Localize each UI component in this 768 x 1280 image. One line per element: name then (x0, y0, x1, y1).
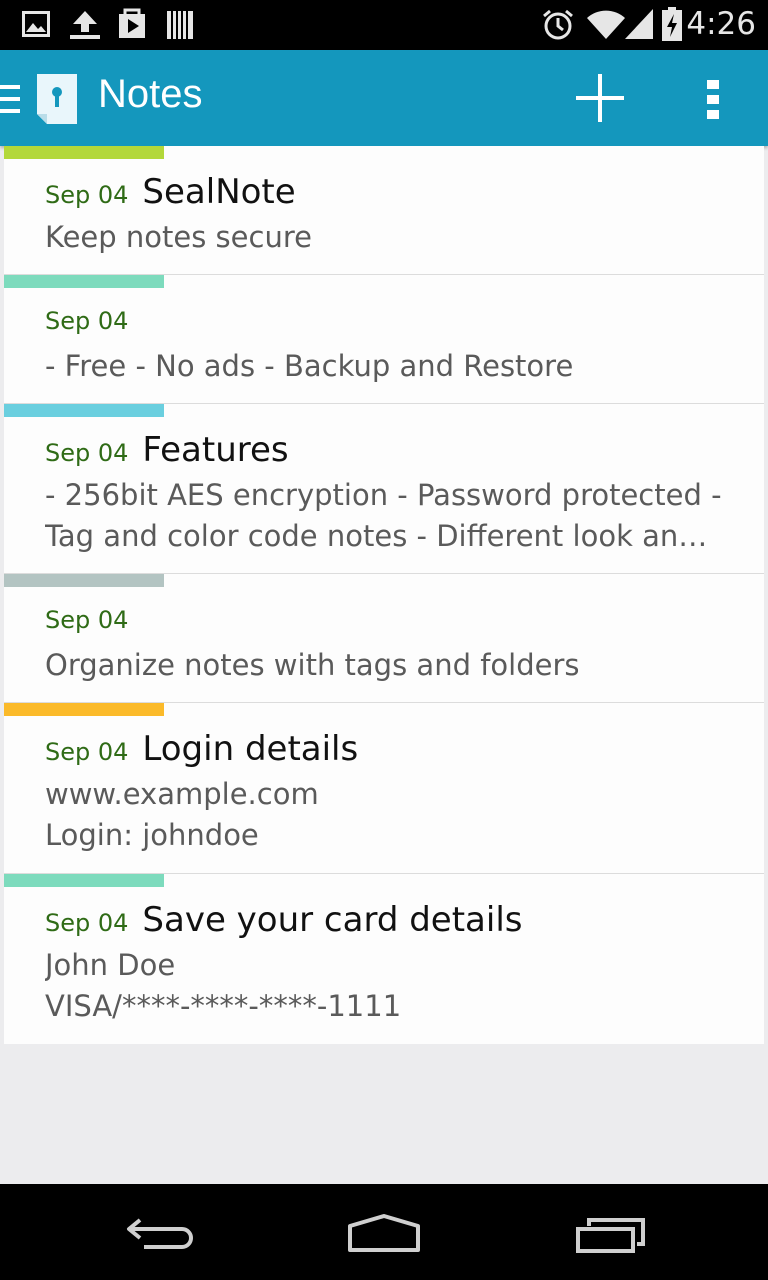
note-date: Sep 04 (45, 307, 129, 335)
note-card[interactable]: Sep 04 SealNote Keep notes secure (4, 146, 764, 275)
play-store-icon (119, 8, 145, 38)
note-date: Sep 04 (45, 181, 129, 209)
color-tag (4, 703, 164, 716)
note-body-line: - Free - No ads - Backup and Restore (45, 349, 574, 383)
note-body-line: Organize notes with tags and folders (45, 648, 580, 682)
wifi-icon (587, 10, 625, 39)
action-bar: Notes (0, 50, 768, 146)
clock: 4:26 (686, 6, 756, 42)
note-card[interactable]: Sep 04 - Free - No ads - Backup and Rest… (4, 275, 764, 404)
back-icon[interactable] (126, 1216, 196, 1252)
recents-icon[interactable] (575, 1218, 645, 1254)
color-tag (4, 874, 164, 887)
sealnote-key-icon[interactable] (37, 74, 77, 124)
upload-icon (70, 11, 100, 39)
color-tag (4, 275, 164, 288)
note-date: Sep 04 (45, 439, 129, 467)
note-body-line: John Doe (45, 948, 176, 982)
note-card[interactable]: Sep 04 Organize notes with tags and fold… (4, 574, 764, 703)
image-icon (22, 11, 50, 37)
color-tag (4, 574, 164, 587)
status-bar: 4:26 (0, 0, 768, 50)
note-title: Save your card details (142, 900, 523, 940)
note-card[interactable]: Sep 04 Features - 256bit AES encryption -… (4, 404, 764, 574)
note-date: Sep 04 (45, 606, 129, 634)
note-body-line: VISA/****-****-****-1111 (45, 989, 402, 1023)
barcode-icon (167, 11, 193, 39)
note-title: Login details (142, 729, 359, 769)
note-card[interactable]: Sep 04 Save your card details John Doe VI… (4, 874, 764, 1044)
note-date: Sep 04 (45, 909, 129, 937)
home-icon[interactable] (347, 1214, 421, 1252)
note-body-line: www.example.com (45, 777, 319, 811)
color-tag (4, 404, 164, 417)
overflow-menu-icon[interactable] (707, 80, 719, 120)
battery-charging-icon (662, 7, 682, 41)
notes-list: Sep 04 SealNote Keep notes secure Sep 04 … (4, 146, 764, 1044)
note-body-line: - 256bit AES encryption - Password prote… (45, 478, 722, 512)
note-card[interactable]: Sep 04 Login details www.example.com Logi… (4, 703, 764, 874)
alarm-icon (543, 9, 573, 40)
navigation-bar (0, 1184, 768, 1280)
signal-icon (625, 9, 653, 39)
color-tag (4, 146, 164, 159)
add-icon[interactable] (576, 74, 624, 122)
page-title: Notes (98, 72, 203, 116)
note-title: SealNote (142, 172, 296, 212)
note-date: Sep 04 (45, 738, 129, 766)
note-body-line: Keep notes secure (45, 220, 312, 254)
note-body-line: Login: johndoe (45, 818, 259, 852)
note-title: Features (142, 430, 289, 470)
hamburger-menu-icon[interactable] (0, 85, 20, 113)
note-body-line: Tag and color code notes - Different loo… (45, 519, 724, 553)
